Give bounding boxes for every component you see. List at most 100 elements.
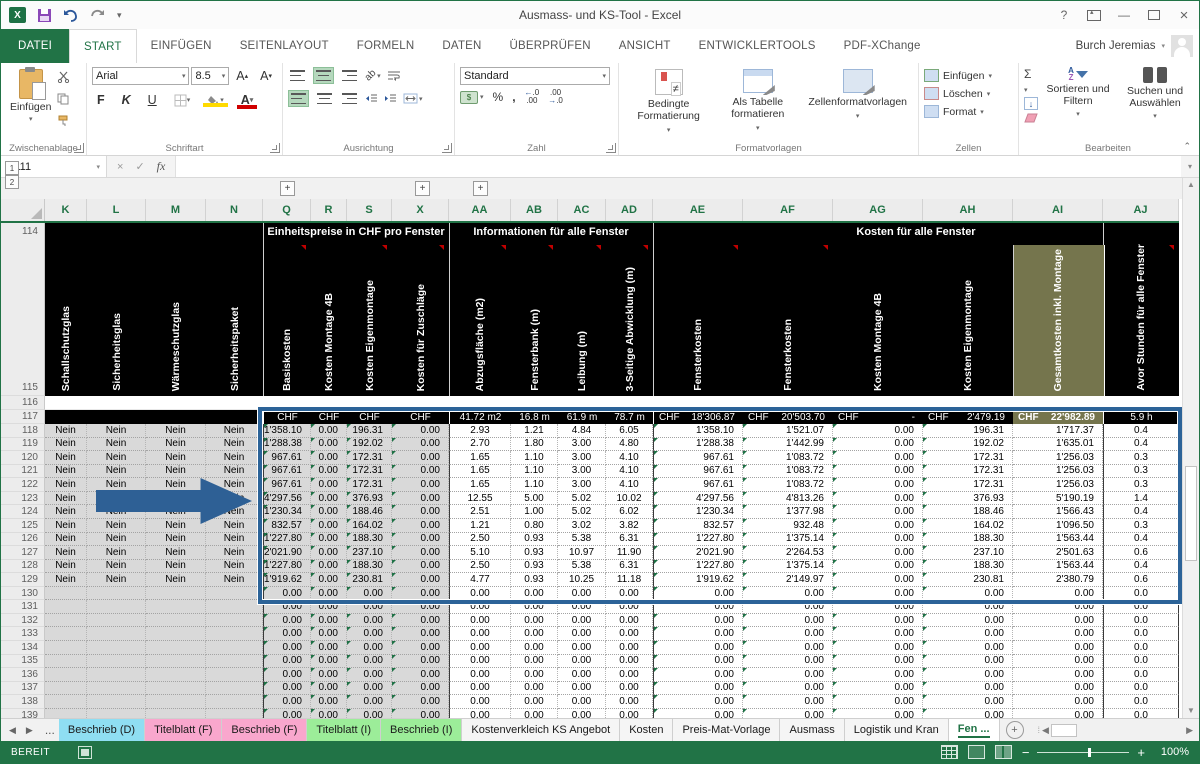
cell-AJ120[interactable]: 0.3 (1103, 451, 1179, 465)
cell-AC138[interactable]: 0.00 (558, 695, 606, 709)
cell-R129[interactable]: 0.00 (311, 573, 347, 587)
new-sheet-icon[interactable]: + (1006, 721, 1024, 739)
column-header-AA[interactable]: AA (449, 199, 511, 221)
cell-AC128[interactable]: 5.38 (558, 560, 606, 574)
cell-X136[interactable]: 0.00 (392, 668, 449, 682)
cell-L125[interactable]: Nein (87, 519, 146, 533)
tab-seitenlayout[interactable]: SEITENLAYOUT (226, 29, 343, 63)
alignment-dialog-launcher[interactable] (442, 143, 452, 153)
cell-AJ128[interactable]: 0.4 (1103, 560, 1179, 574)
cell-M119[interactable]: Nein (146, 438, 206, 452)
cell-K124[interactable]: Nein (45, 505, 87, 519)
shrink-font-icon[interactable]: A▾ (255, 68, 277, 84)
cell-K138[interactable] (45, 695, 87, 709)
tab-ansicht[interactable]: ANSICHT (605, 29, 685, 63)
cell-AH124[interactable]: 188.46 (923, 505, 1013, 519)
cell-Q124[interactable]: 1'230.34 (263, 505, 311, 519)
cell-AB119[interactable]: 1.80 (511, 438, 558, 452)
cell-AG131[interactable]: 0.00 (833, 600, 923, 614)
cell-AH130[interactable]: 0.00 (923, 587, 1013, 601)
column-header-L[interactable]: L (87, 199, 146, 221)
cell-S131[interactable]: 0.00 (347, 600, 392, 614)
cell-AC117[interactable]: 61.9 m (558, 410, 606, 424)
percent-style-icon[interactable]: % (493, 90, 504, 104)
sheet-tab-kosten[interactable]: Kosten (620, 719, 673, 741)
cell-AG133[interactable]: 0.00 (833, 627, 923, 641)
cell-R119[interactable]: 0.00 (311, 438, 347, 452)
cut-icon[interactable] (57, 70, 71, 88)
cell-AI131[interactable]: 0.00 (1013, 600, 1103, 614)
hscroll-left-icon[interactable]: ◀ (1042, 725, 1049, 736)
fill-color-icon[interactable]: ▾ (202, 94, 229, 106)
cell-AF136[interactable]: 0.00 (743, 668, 833, 682)
cell-AG120[interactable]: 0.00 (833, 451, 923, 465)
tab-einfuegen[interactable]: EINFÜGEN (137, 29, 226, 63)
cell-AA133[interactable]: 0.00 (449, 627, 511, 641)
cell-AE134[interactable]: 0.00 (653, 641, 743, 655)
column-header-AF[interactable]: AF (743, 199, 833, 221)
cell-AF131[interactable]: 0.00 (743, 600, 833, 614)
cancel-icon[interactable]: × (117, 161, 123, 173)
cell-AE120[interactable]: 967.61 (653, 451, 743, 465)
row-header-123[interactable]: 123 (1, 492, 45, 506)
cell-AA136[interactable]: 0.00 (449, 668, 511, 682)
cell-AE132[interactable]: 0.00 (653, 614, 743, 628)
cell-L128[interactable]: Nein (87, 560, 146, 574)
cell-Q128[interactable]: 1'227.80 (263, 560, 311, 574)
zoom-slider-thumb[interactable] (1088, 748, 1091, 757)
sheet-tab-logistik-und-kran[interactable]: Logistik und Kran (845, 719, 949, 741)
cell-AD127[interactable]: 11.90 (606, 546, 653, 560)
align-center-icon[interactable] (315, 91, 334, 106)
sheet-tab-preis-mat-vorlage[interactable]: Preis-Mat-Vorlage (673, 719, 780, 741)
cell-AH133[interactable]: 0.00 (923, 627, 1013, 641)
cell-AA122[interactable]: 1.65 (449, 478, 511, 492)
cell-AJ123[interactable]: 1.4 (1103, 492, 1179, 506)
cell-S123[interactable]: 376.93 (347, 492, 392, 506)
select-all-corner[interactable] (1, 199, 45, 221)
cell-AG136[interactable]: 0.00 (833, 668, 923, 682)
cell-S117[interactable]: CHF (347, 410, 392, 424)
cell-AH127[interactable]: 237.10 (923, 546, 1013, 560)
cell-L134[interactable] (87, 641, 146, 655)
cell-AB123[interactable]: 5.00 (511, 492, 558, 506)
cell-AA126[interactable]: 2.50 (449, 533, 511, 547)
save-icon[interactable] (38, 9, 51, 22)
cell-R125[interactable]: 0.00 (311, 519, 347, 533)
cell-X134[interactable]: 0.00 (392, 641, 449, 655)
cell-AB131[interactable]: 0.00 (511, 600, 558, 614)
cell-AD117[interactable]: 78.7 m (606, 410, 653, 424)
cell-L130[interactable] (87, 587, 146, 601)
vertical-scrollbar[interactable]: ▲ ▼ (1182, 178, 1199, 718)
cell-R135[interactable]: 0.00 (311, 655, 347, 669)
cell-K128[interactable]: Nein (45, 560, 87, 574)
cell-AB117[interactable]: 16.8 m (511, 410, 558, 424)
column-header-AE[interactable]: AE (653, 199, 743, 221)
redo-icon[interactable] (90, 9, 105, 22)
find-select-button[interactable]: Suchen und Auswählen▾ (1118, 67, 1192, 123)
row-header-130[interactable]: 130 (1, 587, 45, 601)
cell-AG132[interactable]: 0.00 (833, 614, 923, 628)
cell-AH132[interactable]: 0.00 (923, 614, 1013, 628)
row-header-126[interactable]: 126 (1, 533, 45, 547)
decrease-indent-icon[interactable] (365, 93, 378, 104)
row-header-134[interactable]: 134 (1, 641, 45, 655)
cell-S130[interactable]: 0.00 (347, 587, 392, 601)
cell-X119[interactable]: 0.00 (392, 438, 449, 452)
cell-Q122[interactable]: 967.61 (263, 478, 311, 492)
cell-L136[interactable] (87, 668, 146, 682)
cell-AH131[interactable]: 0.00 (923, 600, 1013, 614)
cell-S124[interactable]: 188.46 (347, 505, 392, 519)
cell-AG126[interactable]: 0.00 (833, 533, 923, 547)
cell-L120[interactable]: Nein (87, 451, 146, 465)
align-top-icon[interactable] (288, 68, 307, 83)
sheet-tab-ellipsis[interactable]: ... (41, 723, 59, 737)
cell-K120[interactable]: Nein (45, 451, 87, 465)
cell-AG118[interactable]: 0.00 (833, 424, 923, 438)
hscroll-right-icon[interactable]: ▶ (1186, 725, 1199, 736)
cell-L117[interactable] (87, 410, 146, 424)
cell-AA124[interactable]: 2.51 (449, 505, 511, 519)
sort-filter-button[interactable]: AZ Sortieren und Filtern▾ (1046, 67, 1110, 121)
cell-L129[interactable]: Nein (87, 573, 146, 587)
cell-N130[interactable] (206, 587, 263, 601)
cell-Q133[interactable]: 0.00 (263, 627, 311, 641)
